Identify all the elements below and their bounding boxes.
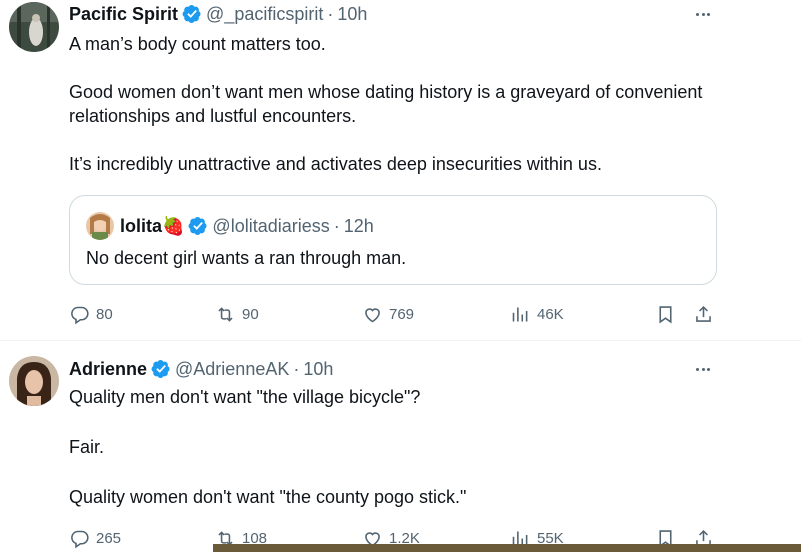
display-name[interactable]: Adrienne: [69, 359, 147, 380]
separator-dot: ·: [327, 3, 334, 24]
reply-icon: [71, 530, 89, 548]
repost-icon: [218, 306, 233, 322]
display-name[interactable]: lolita🍓: [120, 216, 184, 237]
reply-count: 265: [96, 529, 122, 547]
user-handle[interactable]: @_pacificspirit: [206, 4, 323, 25]
share-icon: [696, 305, 711, 322]
verified-badge-icon: [182, 4, 202, 24]
more-icon[interactable]: [692, 358, 714, 380]
avatar[interactable]: [9, 2, 59, 52]
tweet-paragraph: A man’s body count matters too.: [69, 34, 326, 54]
tweet-paragraph: Fair.: [69, 437, 105, 457]
taskbar-strip: [213, 544, 801, 552]
avatar[interactable]: [86, 212, 114, 240]
reply-button[interactable]: 80: [69, 302, 113, 326]
quote-header: lolita🍓 @lolitadiariess · 12h: [120, 215, 374, 237]
verified-badge-icon: [188, 216, 208, 236]
repost-count: 90: [242, 305, 259, 323]
tweet-paragraph: Good women don’t want men whose dating h…: [69, 82, 703, 126]
tweet-header: Pacific Spirit @_pacificspirit · 10h: [69, 3, 367, 25]
more-icon[interactable]: [692, 3, 714, 25]
verified-badge-icon: [151, 359, 171, 379]
share-button[interactable]: [693, 302, 720, 326]
bookmark-icon: [659, 305, 672, 323]
reply-icon: [71, 306, 89, 324]
tweet-text: A man’s body count matters too. Good wom…: [69, 32, 709, 176]
timestamp[interactable]: 10h: [303, 359, 333, 380]
tweet-paragraph: Quality women don't want "the county pog…: [69, 487, 467, 507]
tweet-header: Adrienne @AdrienneAK · 10h: [69, 358, 333, 380]
views-count: 46K: [537, 305, 564, 323]
timestamp[interactable]: 10h: [337, 4, 367, 25]
views-button[interactable]: 46K: [510, 302, 564, 326]
views-icon: [512, 307, 528, 321]
tweet-paragraph: It’s incredibly unattractive and activat…: [69, 154, 602, 174]
avatar[interactable]: [9, 356, 59, 406]
reply-count: 80: [96, 305, 113, 323]
tweet-paragraph: Quality men don't want "the village bicy…: [69, 387, 421, 407]
tweet-actions: 80 90 769 46K: [69, 302, 729, 326]
repost-button[interactable]: 90: [215, 302, 259, 326]
separator-dot: ·: [333, 215, 340, 236]
reply-button[interactable]: 265: [69, 526, 121, 550]
tweet-text: Quality men don't want "the village bicy…: [69, 385, 709, 509]
like-icon: [365, 307, 380, 322]
like-count: 769: [389, 305, 415, 323]
display-name[interactable]: Pacific Spirit: [69, 4, 178, 25]
user-handle[interactable]: @AdrienneAK: [175, 359, 289, 380]
tweet-pacific-spirit[interactable]: Pacific Spirit @_pacificspirit · 10h A m…: [0, 0, 801, 340]
quote-text: No decent girl wants a ran through man.: [86, 248, 407, 268]
timestamp[interactable]: 12h: [344, 216, 374, 237]
user-handle[interactable]: @lolitadiariess: [212, 216, 329, 237]
like-button[interactable]: 769: [362, 302, 414, 326]
separator-dot: ·: [293, 358, 300, 379]
bookmark-button[interactable]: [655, 302, 682, 326]
quoted-tweet[interactable]: lolita🍓 @lolitadiariess · 12h No decent …: [69, 195, 717, 285]
tweet-adrienne[interactable]: Adrienne @AdrienneAK · 10h Quality men d…: [0, 341, 801, 552]
